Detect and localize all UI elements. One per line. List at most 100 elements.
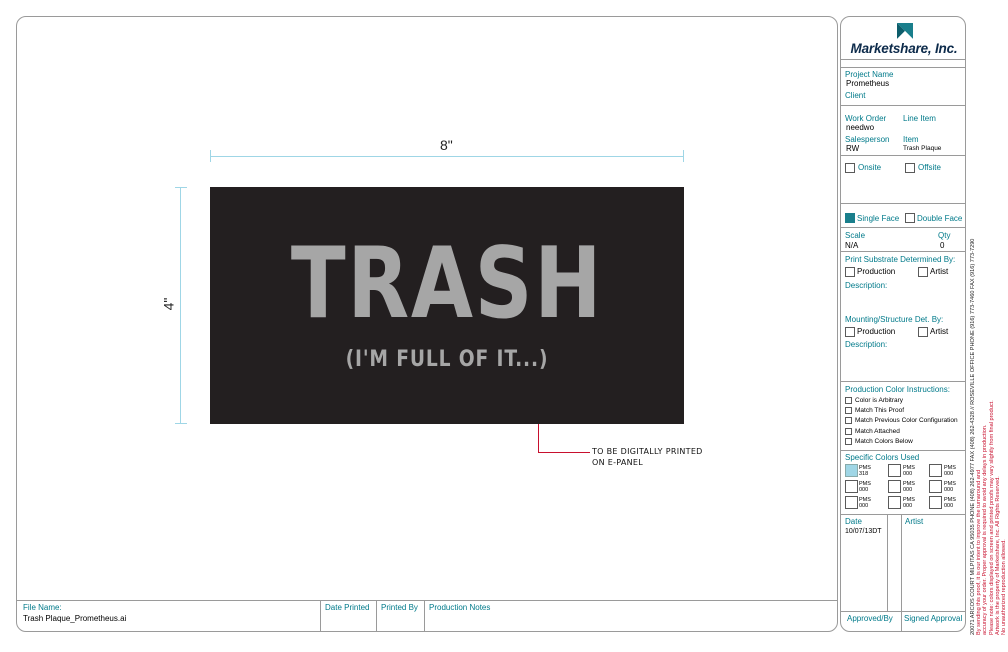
divider bbox=[841, 67, 965, 68]
mounting-description-label: Description: bbox=[845, 340, 888, 349]
offsite-label: Offsite bbox=[918, 163, 941, 172]
divider bbox=[841, 381, 965, 382]
substrate-artist-checkbox[interactable] bbox=[918, 267, 928, 277]
substrate-production-label: Production bbox=[857, 267, 896, 276]
file-name-value: Trash Plaque_Prometheus.ai bbox=[23, 614, 127, 623]
onsite-checkbox[interactable] bbox=[845, 163, 855, 173]
print-note-line-2: ON E-PANEL bbox=[592, 458, 644, 467]
qty-label: Qty bbox=[938, 231, 951, 240]
file-name-cell: File Name: Trash Plaque_Prometheus.ai bbox=[16, 601, 320, 632]
column-divider bbox=[887, 514, 888, 612]
color-option-checkbox[interactable] bbox=[845, 397, 852, 404]
pms-swatch bbox=[888, 464, 901, 477]
mounting-label: Mounting/Structure Det. By: bbox=[845, 315, 944, 324]
scale-value: N/A bbox=[845, 241, 859, 250]
offsite-checkbox[interactable] bbox=[905, 163, 915, 173]
mounting-artist-label: Artist bbox=[930, 327, 949, 336]
salesperson-label: Salesperson bbox=[845, 135, 890, 144]
pms-swatch-label: PMS 000 bbox=[859, 481, 871, 493]
plaque-subtitle: (I'M FULL OF IT...) bbox=[345, 347, 549, 372]
pms-swatch bbox=[845, 464, 858, 477]
color-option-checkbox[interactable] bbox=[845, 417, 852, 424]
pms-swatch bbox=[845, 496, 858, 509]
pms-swatch bbox=[929, 464, 942, 477]
date-label: Date bbox=[845, 517, 862, 526]
pms-swatch-label: PMS 000 bbox=[903, 481, 915, 493]
date-printed-label: Date Printed bbox=[325, 603, 370, 612]
client-label: Client bbox=[845, 91, 866, 100]
line-item-label: Line Item bbox=[903, 114, 936, 123]
divider bbox=[841, 155, 965, 156]
plaque-title: TRASH bbox=[290, 227, 604, 341]
pms-swatch-label: PMS 000 bbox=[903, 465, 915, 477]
substrate-label: Print Substrate Determined By: bbox=[845, 255, 956, 264]
substrate-artist-label: Artist bbox=[930, 267, 949, 276]
approved-by-label: Approved/By bbox=[847, 614, 893, 623]
qty-value: 0 bbox=[940, 241, 945, 250]
project-name-value: Prometheus bbox=[846, 79, 890, 88]
color-option-label: Match Colors Below bbox=[855, 438, 913, 445]
print-note: TO BE DIGITALLY PRINTED ON E-PANEL bbox=[592, 446, 703, 468]
item-label: Item bbox=[903, 135, 919, 144]
height-dimension-label: 4" bbox=[160, 297, 177, 311]
mounting-artist-checkbox[interactable] bbox=[918, 327, 928, 337]
signed-approval-label: Signed Approval bbox=[904, 614, 963, 623]
color-option-checkbox[interactable] bbox=[845, 438, 852, 445]
work-order-value: needwo bbox=[846, 123, 875, 132]
pms-swatch bbox=[929, 496, 942, 509]
color-option-checkbox[interactable] bbox=[845, 407, 852, 414]
printed-by-cell: Printed By bbox=[376, 601, 424, 632]
pms-swatch-label: PMS 318 bbox=[859, 465, 871, 477]
double-face-label: Double Face bbox=[917, 214, 963, 223]
onsite-label: Onsite bbox=[858, 163, 882, 172]
color-option-label: Color is Arbitrary bbox=[855, 397, 904, 404]
divider bbox=[841, 227, 965, 228]
divider bbox=[841, 450, 965, 451]
pms-swatch-label: PMS 000 bbox=[944, 497, 956, 509]
single-face-checkbox[interactable] bbox=[845, 213, 855, 223]
company-name: Marketshare, Inc. bbox=[850, 41, 958, 56]
pms-swatch bbox=[888, 496, 901, 509]
print-note-line-1: TO BE DIGITALLY PRINTED bbox=[592, 447, 703, 456]
height-dimension-tick-top bbox=[175, 187, 187, 188]
pms-swatch-label: PMS 000 bbox=[859, 497, 871, 509]
divider bbox=[841, 59, 965, 60]
legal-disclaimer: 20071 ARCOS COURT MILPITAS CA 95035 PHON… bbox=[970, 35, 1008, 635]
pms-swatch-label: PMS 000 bbox=[944, 481, 956, 493]
divider bbox=[841, 514, 965, 515]
substrate-production-checkbox[interactable] bbox=[845, 267, 855, 277]
printed-by-label: Printed By bbox=[381, 603, 418, 612]
callout-line-horizontal bbox=[538, 452, 590, 453]
width-dimension-label: 8" bbox=[440, 137, 453, 153]
width-dimension-tick-left bbox=[210, 150, 211, 162]
file-name-label: File Name: bbox=[23, 603, 62, 612]
mounting-production-label: Production bbox=[857, 327, 896, 336]
width-dimension-line bbox=[210, 156, 684, 157]
trash-plaque: TRASH (I'M FULL OF IT...) bbox=[210, 187, 684, 424]
work-order-label: Work Order bbox=[845, 114, 887, 123]
pms-swatch bbox=[845, 480, 858, 493]
date-printed-cell: Date Printed bbox=[320, 601, 376, 632]
artist-column-label: Artist bbox=[905, 517, 924, 526]
scale-label: Scale bbox=[845, 231, 866, 240]
pms-swatch bbox=[929, 480, 942, 493]
color-option-checkbox[interactable] bbox=[845, 428, 852, 435]
substrate-description-label: Description: bbox=[845, 281, 888, 290]
date-value: 10/07/13DT bbox=[845, 528, 882, 535]
production-notes-cell: Production Notes bbox=[424, 601, 837, 632]
divider bbox=[841, 251, 965, 252]
pms-swatch-label: PMS 000 bbox=[944, 465, 956, 477]
disclaimer-line-5: No unauthorized reproduction allowed. bbox=[1001, 539, 1008, 635]
color-option-label: Match Attached bbox=[855, 428, 900, 435]
callout-line-vertical bbox=[538, 424, 539, 452]
title-block: Marketshare, Inc. Project Name Prometheu… bbox=[840, 16, 966, 632]
salesperson-value: RW bbox=[846, 144, 860, 153]
pms-swatch-label: PMS 000 bbox=[903, 497, 915, 509]
item-value: Trash Plaque bbox=[903, 145, 942, 152]
double-face-checkbox[interactable] bbox=[905, 213, 915, 223]
mounting-production-checkbox[interactable] bbox=[845, 327, 855, 337]
divider bbox=[841, 611, 965, 612]
production-notes-label: Production Notes bbox=[429, 603, 491, 612]
color-instructions-label: Production Color Instructions: bbox=[845, 385, 950, 394]
company-logo-icon bbox=[897, 23, 913, 39]
